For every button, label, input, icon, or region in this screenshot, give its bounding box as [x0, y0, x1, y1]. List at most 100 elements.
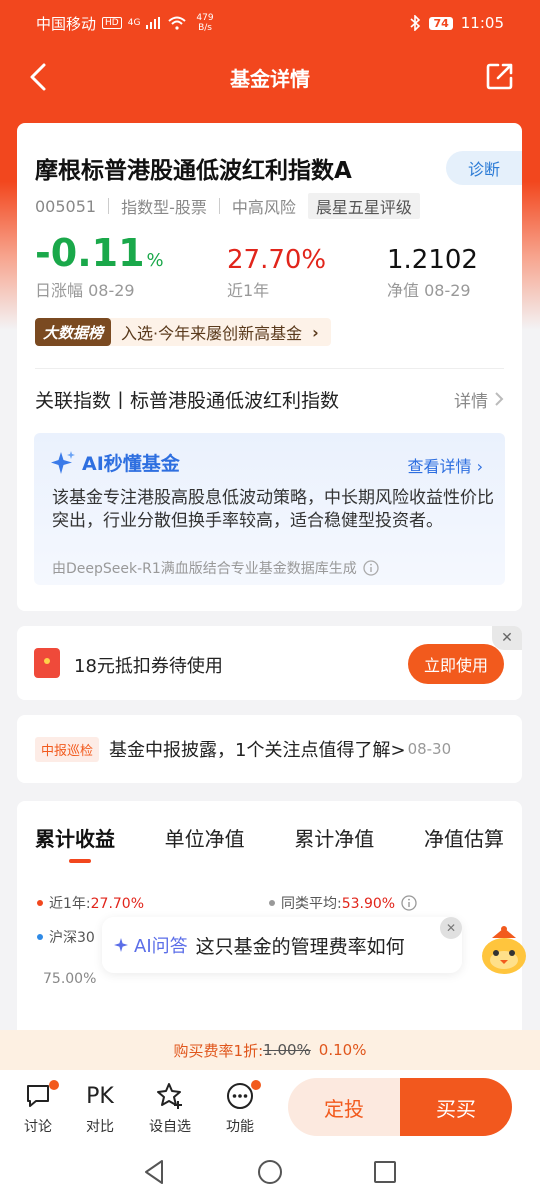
- compare-button[interactable]: PK 对比: [75, 1078, 125, 1136]
- year-return-value: 27.70%: [227, 245, 327, 275]
- legend-index: 沪深30: [37, 927, 95, 947]
- purchase-fee-bar: 购买费率1折: 1.00% 0.10%: [0, 1030, 540, 1070]
- ai-summary-box: AI秒懂基金 查看详情 › 该基金专注港股高股息低波动策略，中长期风险收益性价比…: [34, 433, 505, 585]
- close-icon[interactable]: ✕: [492, 626, 522, 650]
- net-speed: 479 B/s: [196, 13, 213, 33]
- active-tab-indicator: [69, 859, 91, 863]
- bottom-action-bar: 讨论 PK 对比 设自选 功能 定投 买买: [0, 1070, 540, 1144]
- ai-footer-text: 由DeepSeek-R1满血版结合专业基金数据库生成: [52, 561, 357, 577]
- wifi-icon: [168, 16, 187, 30]
- more-dots-icon: [227, 1083, 253, 1109]
- compare-label: 对比: [86, 1119, 114, 1135]
- legend-dot: [37, 900, 43, 906]
- fee-label: 购买费率1折:: [173, 1041, 264, 1060]
- buy-button[interactable]: 买买: [400, 1078, 512, 1136]
- back-triangle-icon[interactable]: [140, 1158, 170, 1186]
- nav-bar: 基金详情: [0, 50, 540, 104]
- tab-cumulative-nav[interactable]: 累计净值: [294, 823, 374, 852]
- notification-dot: [49, 1080, 59, 1090]
- add-watchlist-button[interactable]: 设自选: [145, 1078, 195, 1136]
- info-icon[interactable]: [363, 560, 379, 576]
- ai-summary-header: AI秒懂基金: [50, 449, 180, 476]
- fund-tags: 005051 指数型-股票 中高风险 晨星五星评级: [35, 193, 420, 219]
- report-tag: 中报巡检: [35, 736, 100, 762]
- year-return-label: 近1年: [227, 281, 270, 300]
- ai-view-details-label: 查看详情: [407, 457, 472, 476]
- legend-index-label: 沪深30: [49, 930, 95, 946]
- coupon-card: 18元抵扣券待使用 立即使用 ✕: [17, 626, 522, 700]
- use-coupon-button[interactable]: 立即使用: [408, 644, 504, 684]
- ai-ask-label: AI问答: [134, 936, 188, 957]
- chat-bubble-icon: [27, 1085, 49, 1107]
- related-index-row[interactable]: 关联指数丨标普港股通低波红利指数 详情: [35, 381, 504, 417]
- report-date: 08-30: [407, 740, 452, 758]
- functions-button[interactable]: 功能: [215, 1078, 265, 1136]
- legend-fund-label: 近1年:: [49, 896, 91, 912]
- ai-summary-title: AI秒懂基金: [82, 453, 180, 475]
- legend-fund: 近1年:27.70%: [37, 893, 144, 913]
- y-axis-tick: 75.00%: [43, 971, 97, 987]
- auto-invest-button[interactable]: 定投: [288, 1078, 400, 1136]
- legend-peer-label: 同类平均:: [281, 896, 342, 912]
- signal-icon: [146, 17, 161, 29]
- pk-icon: PK: [86, 1083, 114, 1109]
- legend-dot: [37, 934, 43, 940]
- related-index-text: 关联指数丨标普港股通低波红利指数: [35, 389, 340, 412]
- bluetooth-icon: [410, 15, 421, 31]
- discuss-label: 讨论: [24, 1119, 52, 1135]
- page-title: 基金详情: [230, 66, 310, 91]
- battery-level: 74: [429, 16, 453, 30]
- ai-summary-footer: 由DeepSeek-R1满血版结合专业基金数据库生成: [52, 558, 379, 578]
- legend-dot: [269, 900, 275, 906]
- coupon-text: 18元抵扣券待使用: [74, 656, 223, 677]
- chevron-right-icon: ›: [312, 322, 319, 342]
- mascot-icon[interactable]: [474, 920, 534, 980]
- chart-tabs: 累计收益 单位净值 累计净值 净值估算: [35, 823, 504, 852]
- fund-summary-card: 摩根标普港股通低波红利指数A 诊断 005051 指数型-股票 中高风险 晨星五…: [17, 123, 522, 611]
- nav-value: 1.2102: [387, 245, 478, 275]
- fund-name: 摩根标普港股通低波红利指数A: [35, 158, 352, 184]
- bigdata-ranking-banner[interactable]: 大数据榜 入选·今年来屡创新高基金 ›: [35, 318, 331, 346]
- tab-nav-estimate[interactable]: 净值估算: [424, 823, 504, 852]
- diagnose-button[interactable]: 诊断: [446, 151, 522, 185]
- ai-view-details-link[interactable]: 查看详情 ›: [408, 453, 484, 477]
- index-detail-link: 详情: [454, 387, 504, 412]
- functions-label: 功能: [226, 1119, 254, 1135]
- daily-change-label: 日涨幅 08-29: [35, 281, 135, 300]
- sparkle-icon: [51, 450, 75, 474]
- discuss-button[interactable]: 讨论: [13, 1078, 63, 1136]
- legend-peer-value: 53.90%: [341, 896, 396, 912]
- index-detail-label: 详情: [454, 391, 488, 412]
- close-icon[interactable]: ✕: [440, 917, 462, 939]
- daily-change-value: -0.11: [35, 231, 145, 275]
- star-plus-icon: [157, 1083, 182, 1109]
- divider: [35, 368, 504, 369]
- network-type: 4G: [127, 18, 141, 28]
- back-arrow-icon[interactable]: [24, 60, 54, 94]
- chevron-right-icon: [495, 392, 504, 406]
- fund-type: 指数型-股票: [121, 198, 207, 217]
- sparkle-icon: [114, 938, 128, 952]
- interim-report-card[interactable]: 中报巡检 基金中报披露，1个关注点值得了解> 08-30: [17, 715, 522, 783]
- system-nav-bar: [0, 1144, 540, 1200]
- bigdata-badge: 大数据榜: [35, 318, 112, 346]
- status-bar: 中国移动 HD 4G 479 B/s 74 11:05: [0, 0, 540, 46]
- share-icon[interactable]: [484, 60, 516, 92]
- year-return-metric: 27.70% 近1年: [227, 235, 326, 301]
- nav-label: 净值 08-29: [387, 281, 471, 300]
- net-speed-unit: B/s: [198, 23, 212, 33]
- tab-unit-nav[interactable]: 单位净值: [165, 823, 245, 852]
- legend-fund-value: 27.70%: [90, 896, 145, 912]
- recents-square-icon[interactable]: [370, 1158, 400, 1186]
- bigdata-text: 入选·今年来屡创新高基金: [121, 324, 303, 343]
- nav-metric: 1.2102 净值 08-29: [387, 235, 478, 301]
- red-envelope-icon: [34, 648, 60, 678]
- legend-peer-average: 同类平均:53.90%: [269, 893, 417, 913]
- report-text: 基金中报披露，1个关注点值得了解>: [109, 740, 406, 761]
- carrier-label: 中国移动: [36, 14, 97, 33]
- ai-summary-text: 该基金专注港股高股息低波动策略，中长期风险收益性价比突出，行业分散但换手率较高，…: [52, 488, 494, 531]
- ai-ask-bubble[interactable]: AI问答 这只基金的管理费率如何: [102, 917, 462, 973]
- info-icon[interactable]: [401, 895, 417, 911]
- home-circle-icon[interactable]: [255, 1158, 285, 1186]
- tab-cumulative-return[interactable]: 累计收益: [35, 823, 115, 852]
